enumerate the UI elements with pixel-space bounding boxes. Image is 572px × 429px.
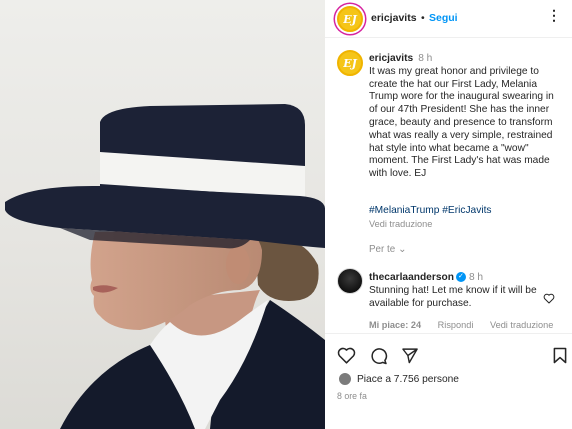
author-username[interactable]: ericjavits — [371, 12, 417, 24]
chevron-down-icon: ⌄ — [398, 244, 407, 255]
post-sidebar: EJ ericjavits • Segui ⋮ EJ ericjavits 8 h… — [325, 0, 572, 429]
hashtag-melaniatrump[interactable]: #MelaniaTrump — [369, 205, 439, 216]
liker-avatar[interactable] — [338, 372, 352, 386]
header-separator: • — [421, 12, 425, 24]
likes-count[interactable]: Piace a 7.756 persone — [357, 374, 459, 385]
commenter-avatar[interactable] — [337, 268, 363, 294]
caption-username[interactable]: ericjavits — [369, 53, 413, 64]
comment-meta: Mi piace: 24 Rispondi Vedi traduzione — [369, 320, 567, 330]
commenter-username[interactable]: thecarlaanderson — [369, 272, 454, 283]
follow-button[interactable]: Segui — [429, 12, 458, 24]
comment-time: 8 h — [468, 272, 484, 283]
comment-item: thecarlaanderson ✓ 8 h Stunning hat! Let m… — [369, 272, 544, 310]
post-actions: Piace a 7.756 persone 8 ore fa — [325, 333, 572, 429]
comment-icon[interactable] — [369, 347, 388, 365]
share-icon[interactable] — [401, 347, 419, 364]
woman-in-hat-photo — [5, 104, 325, 429]
comment-translate-link[interactable]: Vedi traduzione — [490, 320, 553, 330]
caption-translate-link[interactable]: Vedi traduzione — [369, 219, 432, 229]
comment-likes-count[interactable]: Mi piace: 24 — [369, 320, 421, 330]
comment-text: Stunning hat! Let me know if it will be … — [369, 284, 537, 309]
bookmark-icon[interactable] — [553, 347, 567, 364]
post-caption: ericjavits 8 h It was my great honor and … — [369, 53, 559, 181]
caption-author-avatar[interactable]: EJ — [337, 50, 363, 76]
comment-like-heart-icon[interactable] — [543, 293, 555, 304]
post-time-ago[interactable]: 8 ore fa — [337, 391, 367, 401]
post-header: EJ ericjavits • Segui ⋮ — [325, 0, 572, 38]
verified-badge-icon: ✓ — [455, 272, 466, 283]
caption-hashtags: #MelaniaTrump #EricJavits — [369, 205, 492, 216]
comment-reply-button[interactable]: Rispondi — [438, 320, 474, 330]
per-te-label: Per te — [369, 244, 396, 255]
more-options-icon[interactable]: ⋮ — [547, 7, 562, 24]
caption-text: It was my great honor and privilege to c… — [369, 65, 554, 180]
author-avatar[interactable]: EJ — [337, 6, 363, 32]
heart-icon[interactable] — [337, 347, 356, 364]
post-photo[interactable] — [0, 0, 325, 429]
per-te-dropdown[interactable]: Per te ⌄ — [369, 244, 406, 255]
caption-time: 8 h — [418, 53, 433, 64]
hashtag-ericjavits[interactable]: #EricJavits — [442, 205, 491, 216]
